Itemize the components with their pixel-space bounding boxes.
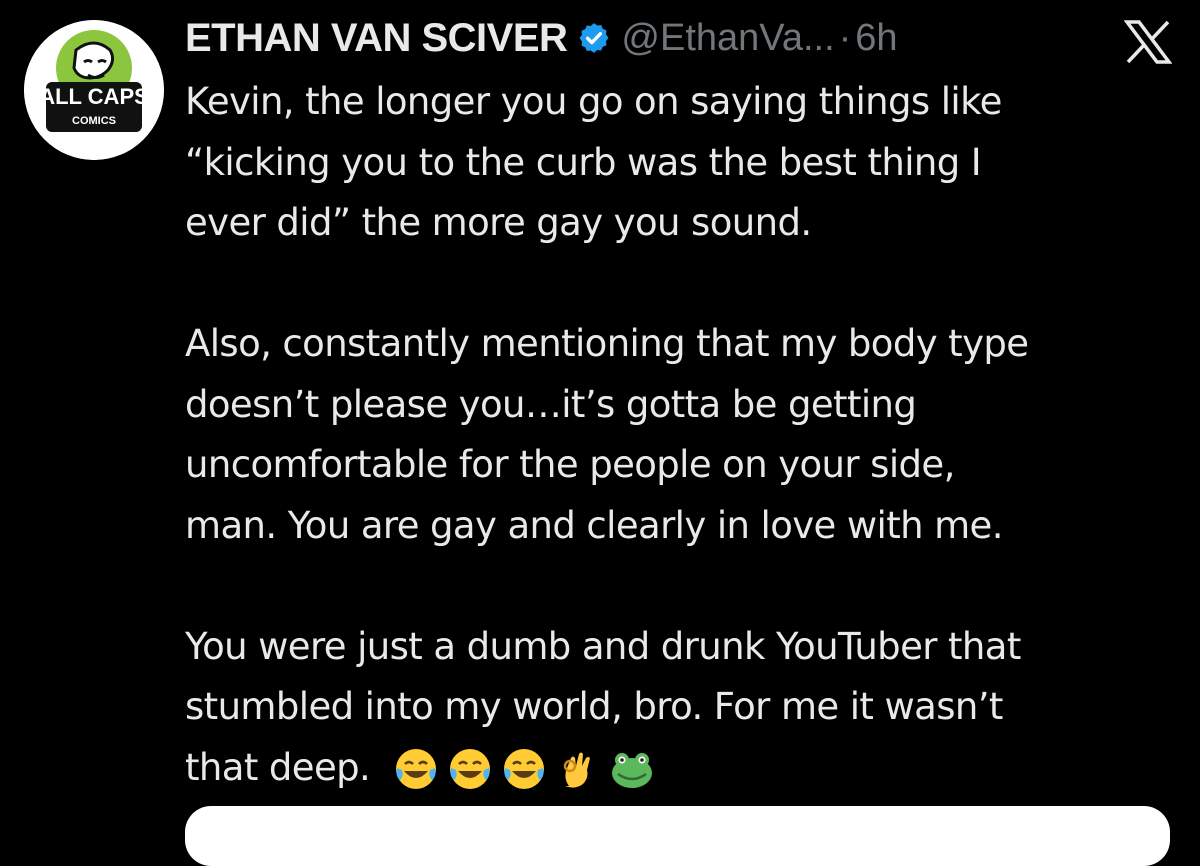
tweet-last-line: that deep. (185, 738, 1175, 799)
verified-badge-icon (577, 21, 611, 55)
emoji-row (393, 746, 655, 792)
author-handle[interactable]: @EthanVa... (621, 17, 834, 60)
tweet-line: uncomfortable for the people on your sid… (185, 443, 955, 486)
quoted-tweet-card[interactable] (185, 806, 1170, 866)
tweet-line: that deep. (185, 745, 371, 789)
tweet-line: Kevin, the longer you go on saying thing… (185, 80, 1002, 123)
tweet-line: You were just a dumb and drunk YouTuber … (185, 624, 1021, 668)
author-display-name[interactable]: ETHAN VAN SCIVER (185, 16, 568, 61)
tweet-timestamp[interactable]: 6h (855, 17, 897, 60)
x-logo[interactable] (1123, 20, 1173, 64)
avatar-logo-subtext: COMICS (72, 115, 116, 127)
avatar-logo-text: ALL CAPS (39, 84, 149, 109)
avatar[interactable]: ALL CAPS COMICS (24, 20, 164, 160)
tweet-line: ever did” the more gay you sound. (185, 201, 812, 244)
tweet-line: man. You are gay and clearly in love wit… (185, 503, 1003, 547)
tweet: ALL CAPS COMICS ETHAN VAN SCIVER @EthanV… (0, 0, 1200, 866)
all-caps-comics-logo: ALL CAPS COMICS (24, 20, 164, 160)
tweet-line: stumbled into my world, bro. For me it w… (185, 685, 1003, 728)
tweet-body: Kevin, the longer you go on saying thing… (185, 72, 1175, 798)
face-with-tears-of-joy-icon (396, 749, 437, 789)
face-with-tears-of-joy-icon (450, 749, 491, 789)
tweet-line: Also, constantly mentioning that my body… (185, 322, 1029, 365)
tweet-line: “kicking you to the curb was the best th… (185, 140, 982, 184)
frog-face-icon (612, 753, 653, 788)
separator-dot: · (838, 16, 852, 59)
face-with-tears-of-joy-icon (504, 749, 545, 789)
tweet-line: doesn’t please you…it’s gotta be getting (185, 382, 917, 426)
tweet-header: ETHAN VAN SCIVER @EthanVa... · 6h (185, 10, 898, 66)
ok-hand-icon (564, 752, 591, 788)
